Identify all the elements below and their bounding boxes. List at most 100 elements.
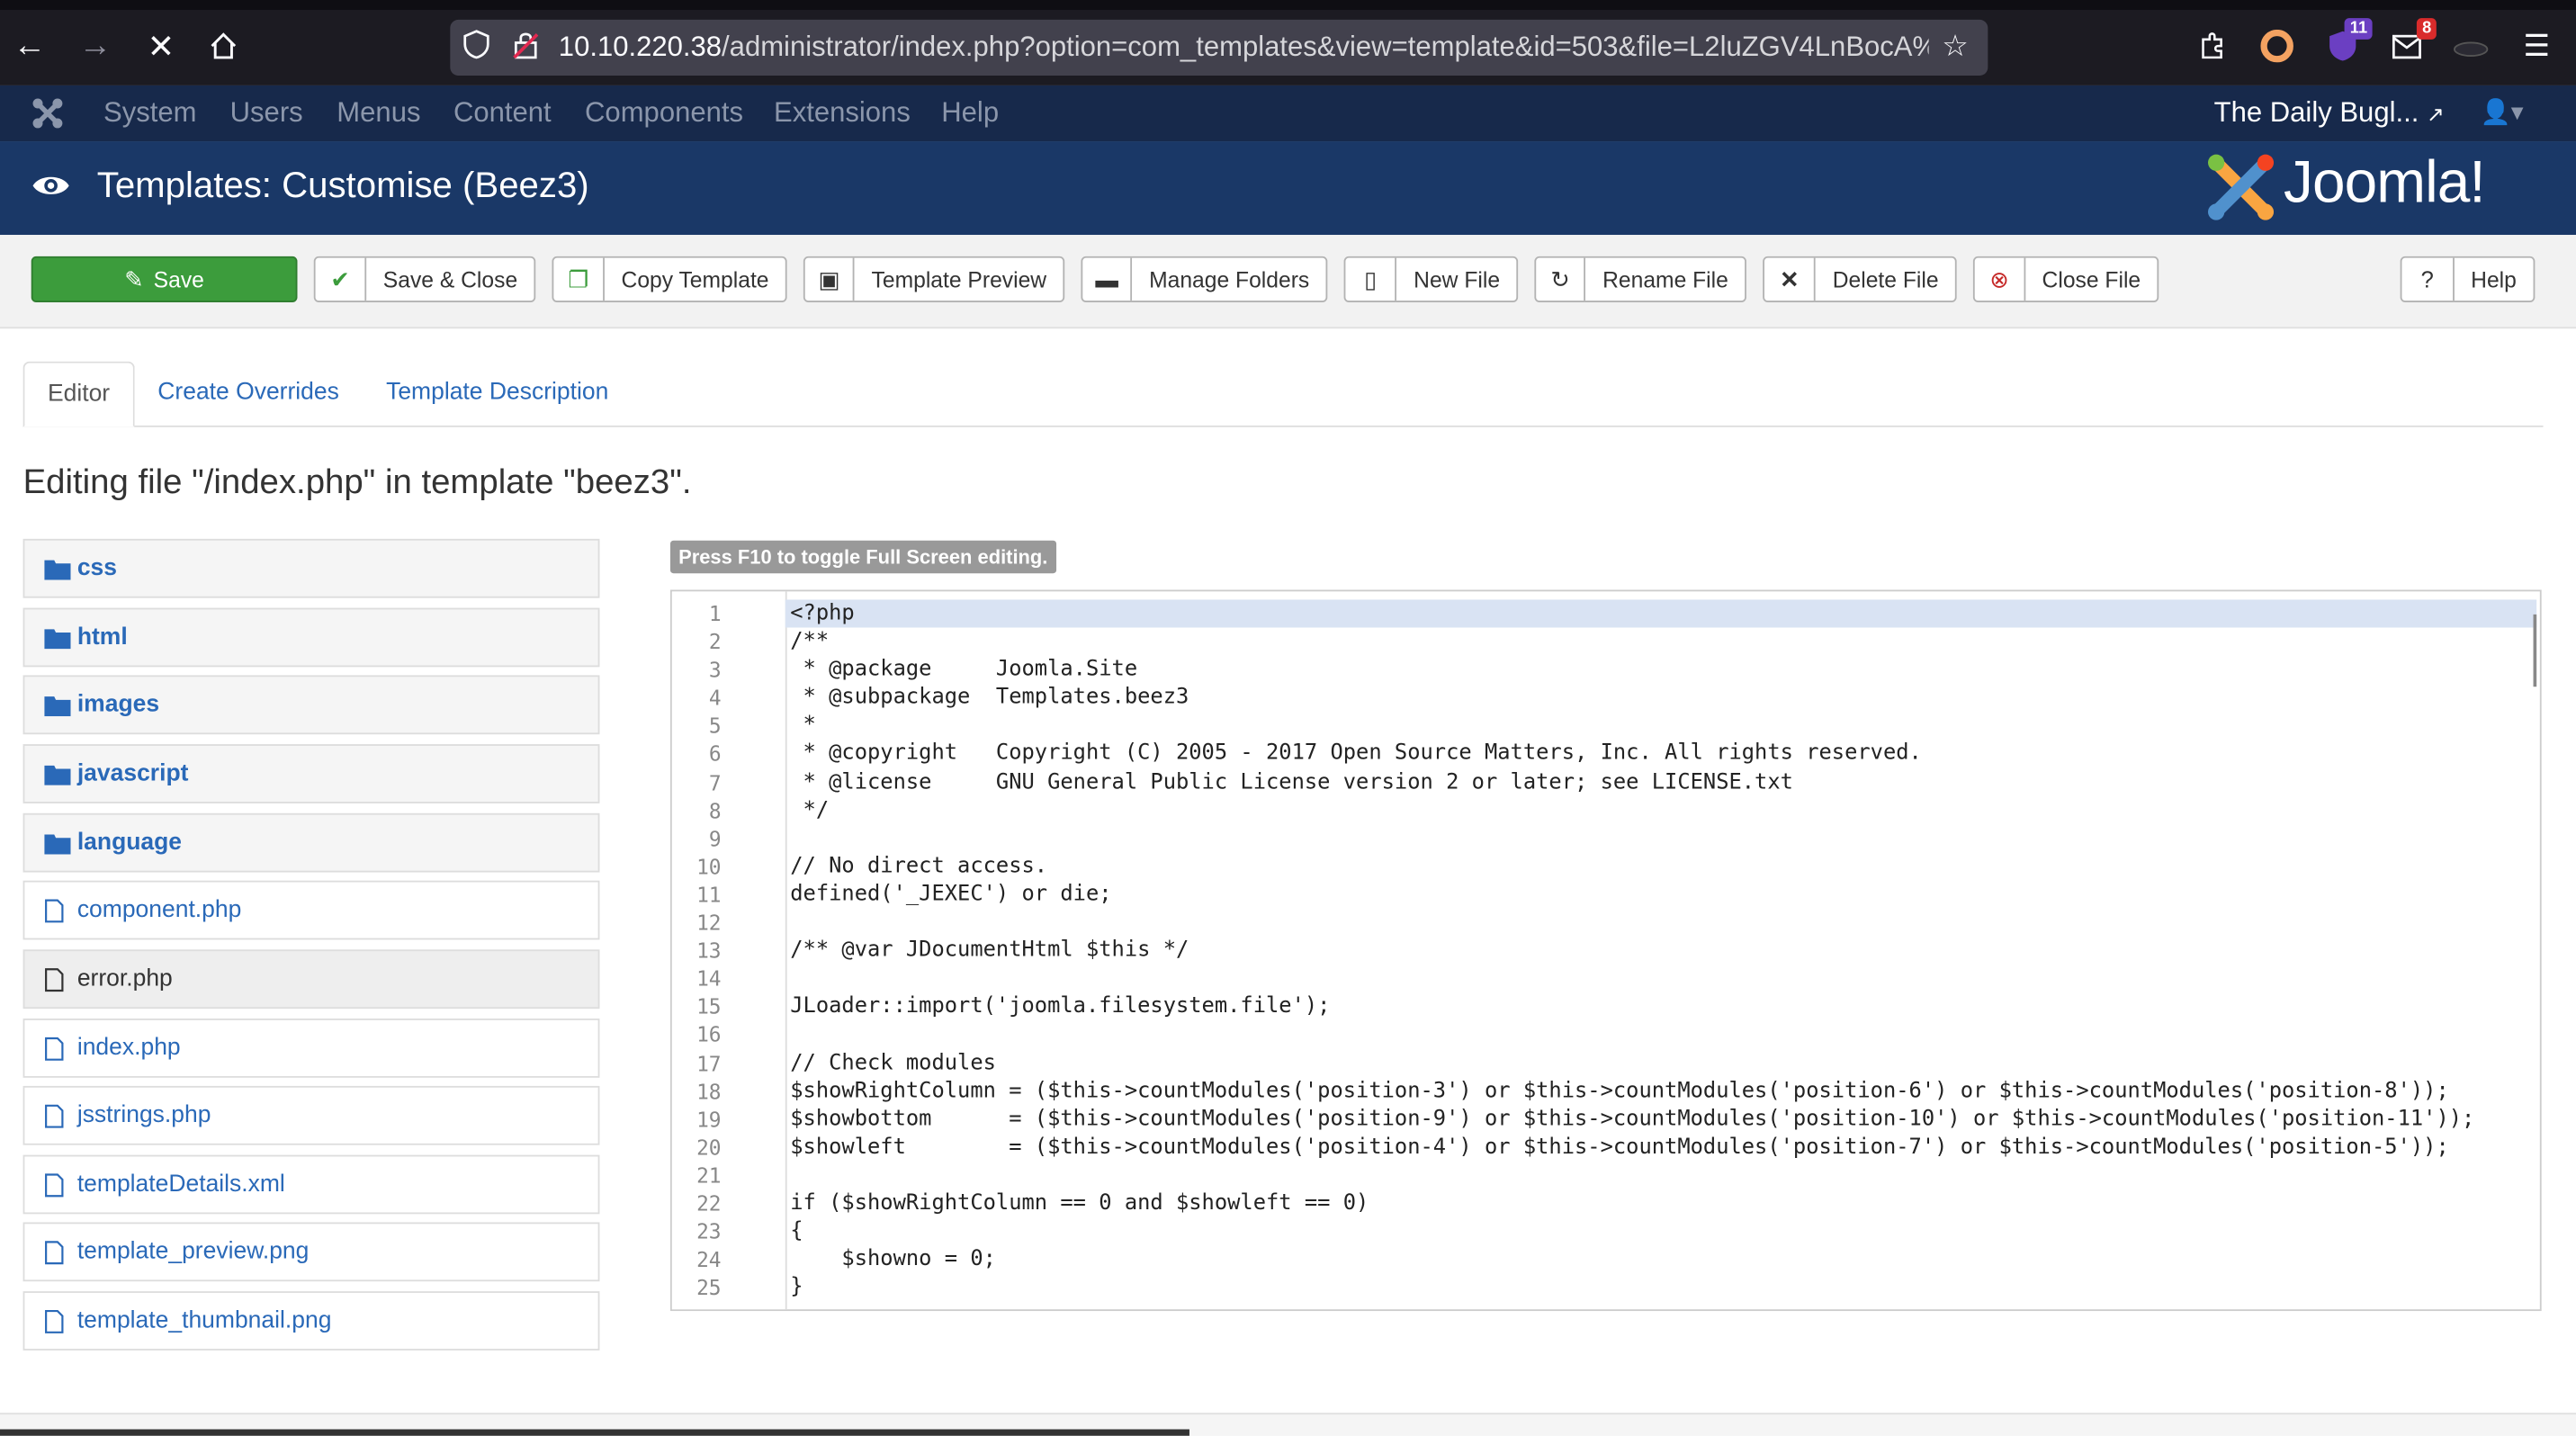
line-number: 24 bbox=[696, 1247, 722, 1272]
code-line[interactable]: * @subpackage Templates.beez3 bbox=[790, 684, 2535, 712]
line-number: 6 bbox=[708, 741, 722, 767]
code-line[interactable] bbox=[790, 909, 2535, 937]
file-icon bbox=[44, 967, 70, 992]
folder-css[interactable]: css bbox=[22, 538, 600, 598]
code-line[interactable]: $showbottom = ($this->countModules('posi… bbox=[790, 1105, 2535, 1133]
code-line[interactable] bbox=[790, 824, 2535, 852]
addon-circle-icon[interactable] bbox=[2257, 26, 2297, 66]
extensions-icon[interactable] bbox=[2194, 26, 2233, 66]
code-line[interactable]: JLoader::import('joomla.filesystem.file'… bbox=[790, 992, 2535, 1020]
code-line[interactable]: defined('_JEXEC') or die; bbox=[790, 881, 2535, 909]
folder-javascript[interactable]: javascript bbox=[22, 744, 600, 803]
code-line[interactable]: { bbox=[790, 1217, 2535, 1245]
code-line[interactable]: $showleft = ($this->countModules('positi… bbox=[790, 1133, 2535, 1161]
forward-icon[interactable]: → bbox=[76, 26, 115, 66]
code-line[interactable]: * @license GNU General Public License ve… bbox=[790, 768, 2535, 796]
nav-components[interactable]: Components bbox=[585, 97, 743, 130]
folder-images[interactable]: images bbox=[22, 675, 600, 735]
stop-icon[interactable]: ✕ bbox=[141, 26, 181, 66]
check-icon: ✔ bbox=[316, 257, 367, 301]
help-button[interactable]: ? Help bbox=[2400, 256, 2536, 302]
tab-editor[interactable]: Editor bbox=[22, 361, 135, 427]
nav-help[interactable]: Help bbox=[941, 97, 999, 130]
incognito-icon[interactable] bbox=[2451, 26, 2491, 66]
code-line[interactable]: * @copyright Copyright (C) 2005 - 2017 O… bbox=[790, 740, 2535, 768]
nav-system[interactable]: System bbox=[103, 97, 197, 130]
nav-content[interactable]: Content bbox=[453, 97, 552, 130]
line-number: 23 bbox=[696, 1218, 722, 1244]
line-number: 13 bbox=[696, 938, 722, 964]
nav-menus[interactable]: Menus bbox=[337, 97, 420, 130]
save-button[interactable]: ✎ Save bbox=[31, 256, 298, 302]
save-close-button[interactable]: ✔ Save & Close bbox=[313, 256, 536, 302]
file-component-php[interactable]: component.php bbox=[22, 880, 600, 940]
shield-icon[interactable] bbox=[463, 30, 489, 67]
picture-icon: ▣ bbox=[805, 257, 856, 301]
file-error-php[interactable]: error.php bbox=[22, 949, 600, 1010]
file-jsstrings-php[interactable]: jsstrings.php bbox=[22, 1085, 600, 1145]
site-link-label: The Daily Bugl... bbox=[2213, 96, 2419, 129]
x-icon: ✕ bbox=[1764, 257, 1817, 301]
code-line[interactable] bbox=[790, 1021, 2535, 1049]
folder-html[interactable]: html bbox=[22, 607, 600, 668]
code-line[interactable]: */ bbox=[790, 796, 2535, 824]
fullscreen-hint: Press F10 to toggle Full Screen editing. bbox=[669, 540, 1056, 574]
code-line[interactable]: } bbox=[790, 1274, 2535, 1302]
menu-icon[interactable]: ☰ bbox=[2517, 26, 2556, 66]
code-line[interactable]: // Check modules bbox=[790, 1049, 2535, 1077]
mail-addon-icon[interactable]: 8 bbox=[2387, 18, 2437, 66]
user-icon[interactable]: 👤▾ bbox=[2481, 97, 2524, 127]
folder-icon bbox=[44, 626, 71, 650]
file-template-thumbnail-png[interactable]: template_thumbnail.png bbox=[22, 1291, 600, 1351]
copy-template-button[interactable]: ❐ Copy Template bbox=[552, 256, 787, 302]
folder-icon bbox=[44, 557, 71, 580]
file-index-php[interactable]: index.php bbox=[22, 1019, 600, 1078]
code-line[interactable]: if ($showRightColumn == 0 and $showleft … bbox=[790, 1189, 2535, 1217]
folder-language[interactable]: language bbox=[22, 812, 600, 873]
joomla-logo-text: Joomla! bbox=[2284, 148, 2486, 216]
code-content[interactable]: <?php/** * @package Joomla.Site * @subpa… bbox=[790, 599, 2535, 1301]
nav-users[interactable]: Users bbox=[230, 97, 303, 130]
ublock-icon[interactable]: 11 bbox=[2323, 18, 2373, 66]
code-line[interactable] bbox=[790, 965, 2535, 992]
save-label: Save bbox=[153, 266, 204, 292]
template-preview-button[interactable]: ▣ Template Preview bbox=[803, 256, 1065, 302]
tab-create-overrides[interactable]: Create Overrides bbox=[135, 362, 363, 424]
code-line[interactable]: $showRightColumn = ($this->countModules(… bbox=[790, 1077, 2535, 1105]
delete-file-button[interactable]: ✕ Delete File bbox=[1763, 256, 1957, 302]
close-file-button[interactable]: ⊗ Close File bbox=[1972, 256, 2159, 302]
code-line[interactable]: * @package Joomla.Site bbox=[790, 656, 2535, 684]
help-label: Help bbox=[2471, 266, 2517, 292]
bookmark-star-icon[interactable]: ☆ bbox=[1942, 30, 1968, 64]
file-template-preview-png[interactable]: template_preview.png bbox=[22, 1222, 600, 1282]
new-file-label: New File bbox=[1414, 266, 1501, 292]
file-templatedetails-xml[interactable]: templateDetails.xml bbox=[22, 1154, 600, 1215]
home-icon[interactable] bbox=[203, 26, 243, 66]
copy-template-label: Copy Template bbox=[621, 266, 769, 292]
code-editor[interactable]: 1 2 3 4 5 6 7 8 9 10 11 12 13 14 15 16 17 18 19 20 21 22 23 24 2… bbox=[669, 589, 2542, 1312]
new-file-button[interactable]: ▯ New File bbox=[1343, 256, 1519, 302]
line-number: 3 bbox=[708, 657, 722, 683]
tab-strip bbox=[0, 0, 2576, 10]
rename-file-button[interactable]: ↻ Rename File bbox=[1534, 256, 1746, 302]
joomla-logo-icon[interactable] bbox=[30, 95, 66, 131]
nav-extensions[interactable]: Extensions bbox=[774, 97, 911, 130]
url-bar[interactable]: 10.10.220.38/administrator/index.php?opt… bbox=[450, 19, 1988, 76]
code-line[interactable]: /** @var JDocumentHtml $this */ bbox=[790, 937, 2535, 965]
folder-icon bbox=[44, 694, 71, 717]
lock-insecure-icon[interactable] bbox=[513, 30, 539, 67]
code-line[interactable] bbox=[790, 1162, 2535, 1189]
tab-template-description[interactable]: Template Description bbox=[364, 362, 632, 424]
code-line[interactable]: <?php bbox=[790, 599, 2535, 627]
code-line[interactable]: * bbox=[790, 712, 2535, 740]
close-circle-icon: ⊗ bbox=[1975, 257, 2026, 301]
back-icon[interactable]: ← bbox=[10, 26, 49, 66]
code-line[interactable]: // No direct access. bbox=[790, 852, 2535, 880]
line-number: 20 bbox=[696, 1135, 722, 1160]
manage-folders-button[interactable]: ▬ Manage Folders bbox=[1081, 256, 1328, 302]
code-line[interactable]: $showno = 0; bbox=[790, 1245, 2535, 1273]
site-link[interactable]: The Daily Bugl... ↗ bbox=[2214, 97, 2445, 130]
line-numbers: 1 2 3 4 5 6 7 8 9 10 11 12 13 14 15 16 17 18 19 20 21 22 23 24 2… bbox=[672, 599, 722, 1301]
editor-scrollbar[interactable] bbox=[2533, 614, 2537, 687]
code-line[interactable]: /** bbox=[790, 628, 2535, 656]
